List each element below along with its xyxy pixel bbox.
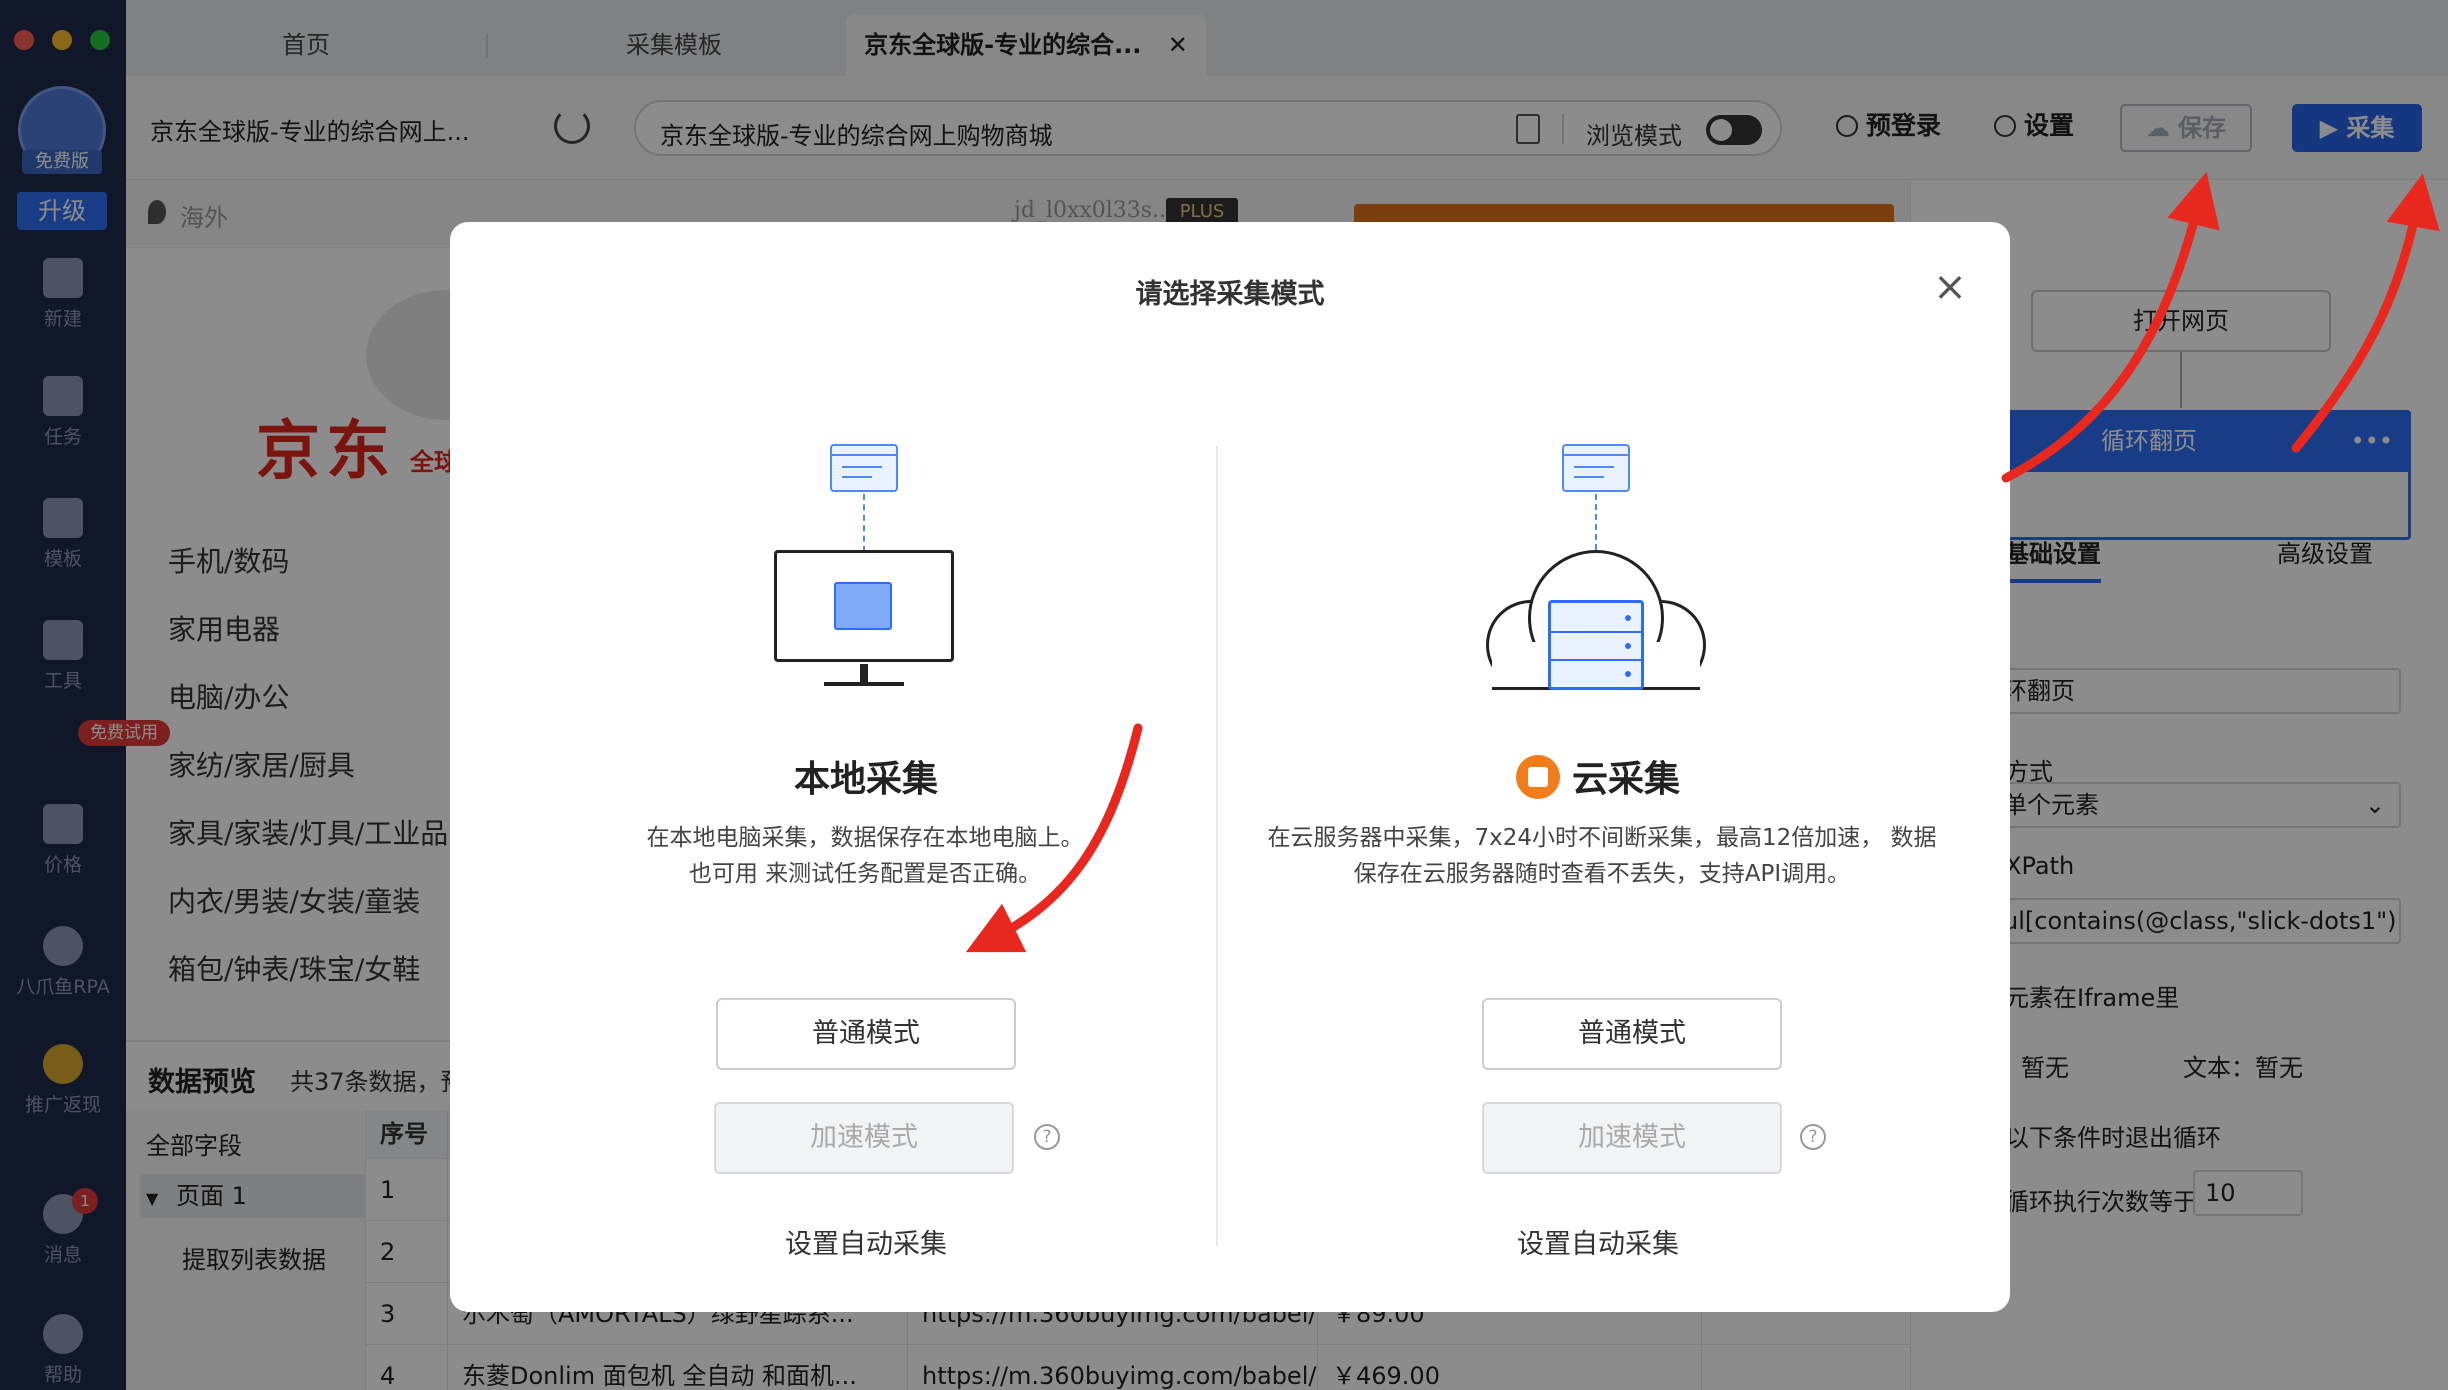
cloud-collect-title: 云采集 xyxy=(1216,750,1980,802)
web-window-icon xyxy=(830,444,898,492)
local-collect-title: 本地采集 xyxy=(793,759,938,800)
local-normal-mode-button[interactable]: 普通模式 xyxy=(716,998,1016,1070)
server-line xyxy=(1551,659,1641,661)
server-light xyxy=(1625,671,1631,677)
server-light xyxy=(1625,643,1631,649)
window-line xyxy=(842,466,882,468)
monitor-base xyxy=(824,682,904,686)
dashed-connector xyxy=(863,494,865,552)
folder-icon xyxy=(834,582,892,630)
collect-mode-dialog: 请选择采集模式 × 本地采集 在本地电脑采集，数据保存在本地电脑上。 也可用 来… xyxy=(450,222,2010,1312)
local-fast-help-icon[interactable]: ? xyxy=(1034,1124,1060,1150)
cloud-collect-option: 云采集 在云服务器中采集，7x24小时不间断采集，最高12倍加速， 数据保存在云… xyxy=(1216,222,1946,1312)
dashed-connector xyxy=(1595,494,1597,550)
server-line xyxy=(1551,631,1641,633)
cloud-title-label: 云采集 xyxy=(1571,759,1680,800)
local-desc-line2: 也可用 来测试任务配置是否正确。 xyxy=(688,861,1042,887)
window-line xyxy=(842,476,872,478)
web-window-icon xyxy=(1562,444,1630,492)
server-light xyxy=(1625,615,1631,621)
local-desc-line1: 在本地电脑采集，数据保存在本地电脑上。 xyxy=(646,825,1084,851)
question-icon: ? xyxy=(1800,1124,1826,1150)
cloud-collect-description: 在云服务器中采集，7x24小时不间断采集，最高12倍加速， 数据保存在云服务器随… xyxy=(1267,825,1937,887)
local-collect-description: 在本地电脑采集，数据保存在本地电脑上。 也可用 来测试任务配置是否正确。 xyxy=(560,820,1170,892)
question-icon: ? xyxy=(1034,1124,1060,1150)
cloud-normal-mode-button[interactable]: 普通模式 xyxy=(1482,998,1782,1070)
server-icon xyxy=(1548,600,1644,690)
cloud-auto-collect-link[interactable]: 设置自动采集 xyxy=(1216,1222,1980,1261)
monitor-stand xyxy=(860,664,868,684)
cloud-fast-mode-button[interactable]: 加速模式 xyxy=(1482,1102,1782,1174)
cloud-fast-help-icon[interactable]: ? xyxy=(1800,1124,1826,1150)
window-line xyxy=(1574,476,1604,478)
local-auto-collect-link[interactable]: 设置自动采集 xyxy=(450,1222,1282,1261)
window-line xyxy=(1574,466,1614,468)
local-fast-mode-button[interactable]: 加速模式 xyxy=(714,1102,1014,1174)
cloud-premium-icon xyxy=(1515,755,1560,799)
local-collect-option: 本地采集 在本地电脑采集，数据保存在本地电脑上。 也可用 来测试任务配置是否正确… xyxy=(450,222,1180,1312)
